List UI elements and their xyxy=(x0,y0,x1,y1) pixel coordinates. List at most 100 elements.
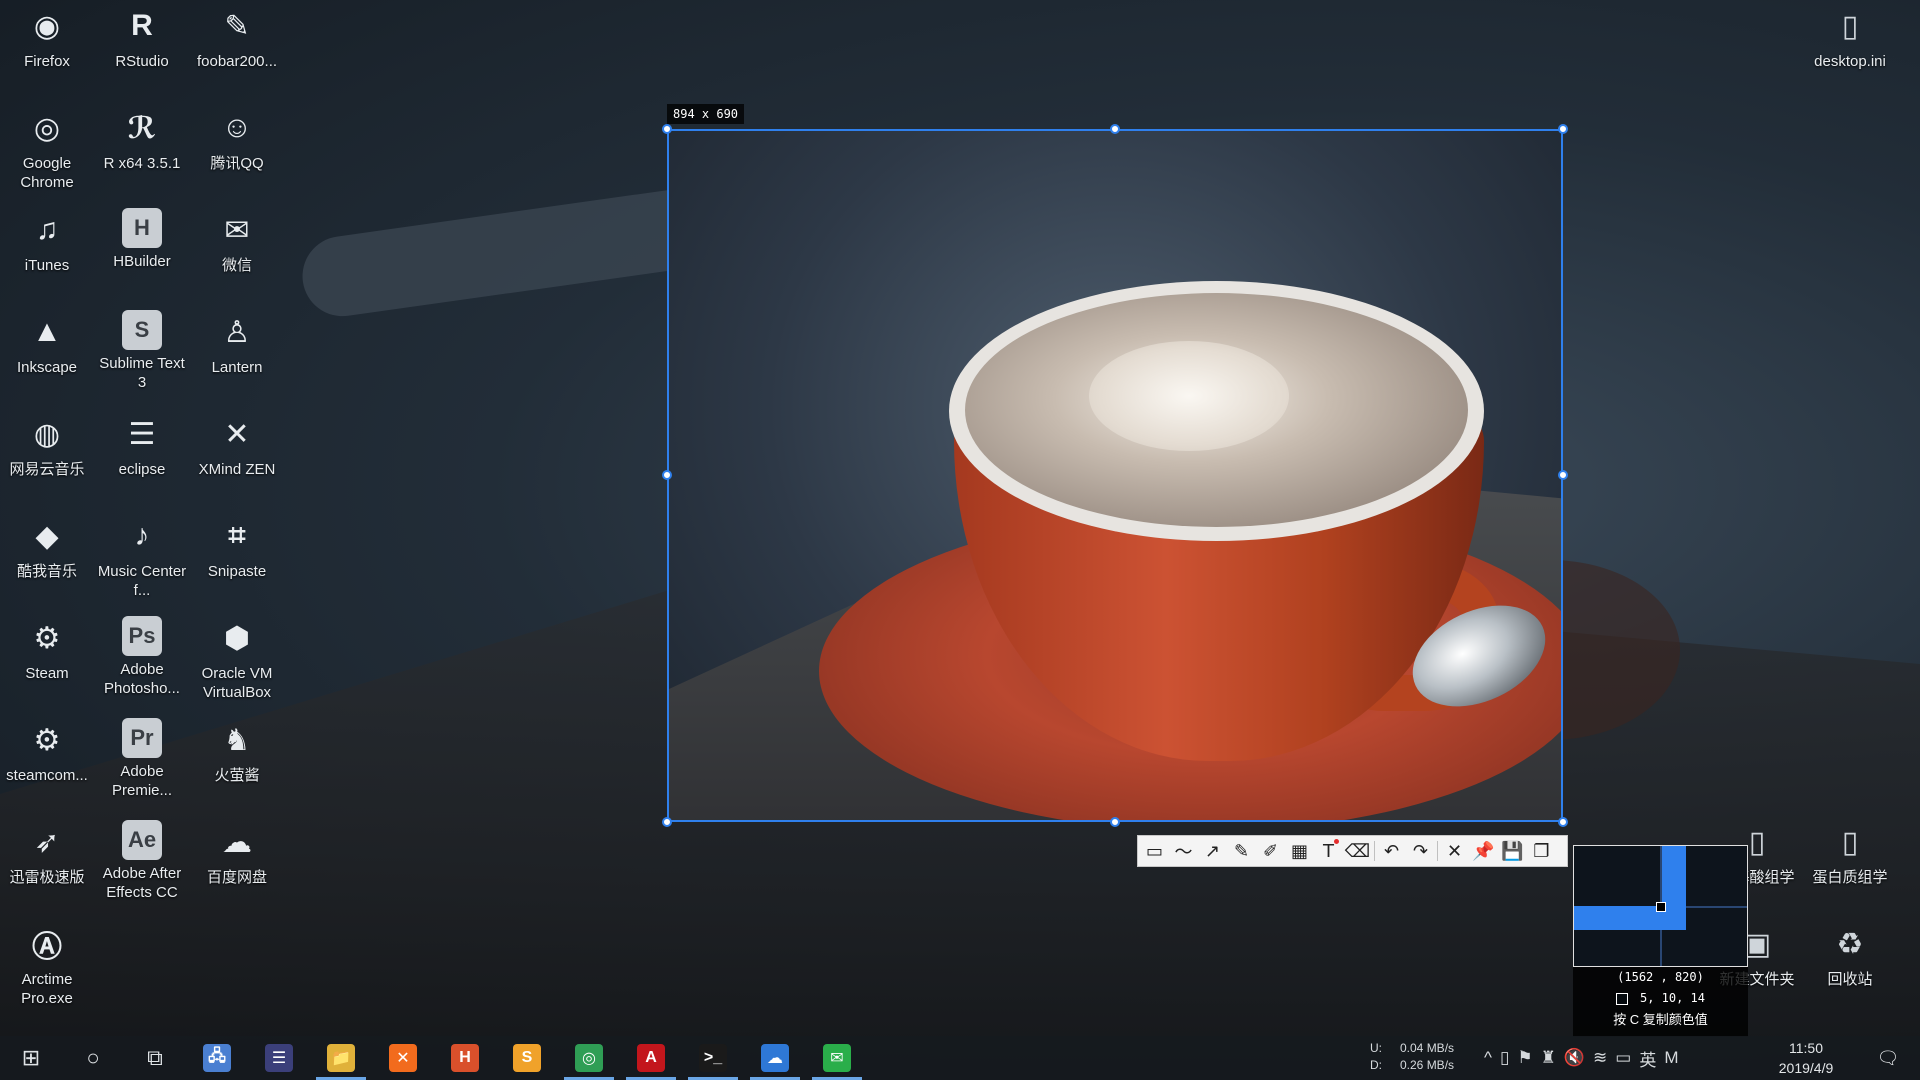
polyline-tool[interactable]: 〜 xyxy=(1169,837,1198,865)
taskbar-app-hbuilder[interactable]: H xyxy=(434,1036,496,1080)
copy-button[interactable]: ❐ xyxy=(1527,837,1556,865)
desktop-icon[interactable]: ▲ Inkscape xyxy=(0,310,94,377)
taskbar-app-xampp[interactable]: ✕ xyxy=(372,1036,434,1080)
sublime-icon: S xyxy=(513,1044,541,1072)
cancel-button[interactable]: ✕ xyxy=(1440,837,1469,865)
desktop-icon[interactable]: ⌗ Snipaste xyxy=(190,514,284,581)
start-button[interactable]: ⊞ xyxy=(0,1036,62,1080)
taskbar-app-wechat[interactable]: ✉ xyxy=(806,1036,868,1080)
desktop-icon-label: RStudio xyxy=(115,53,169,70)
rectangle-tool[interactable]: ▭ xyxy=(1140,837,1169,865)
desktop-icon[interactable]: S Sublime Text 3 xyxy=(95,310,189,392)
taskbar-app-acrobat[interactable]: A xyxy=(620,1036,682,1080)
netease-music-icon: ◍ xyxy=(33,417,61,451)
desktop-icon[interactable]: Ae Adobe After Effects CC xyxy=(95,820,189,902)
desktop-icon[interactable]: ▯ 蛋白质组学 xyxy=(1803,820,1897,887)
app-tray-icon[interactable]: ♜ xyxy=(1541,1048,1556,1068)
desktop-icon[interactable]: ♪ Music Center f... xyxy=(95,514,189,600)
desktop-icon[interactable]: H HBuilder xyxy=(95,208,189,271)
desktop-icon[interactable]: R RStudio xyxy=(95,4,189,71)
desktop-icon[interactable]: ☺ 腾讯QQ xyxy=(190,106,284,173)
desktop-icon[interactable]: Pr Adobe Premie... xyxy=(95,718,189,800)
desktop-icon[interactable]: ⚙ steamcom... xyxy=(0,718,94,785)
desktop-icon[interactable]: ✎ foobar200... xyxy=(190,4,284,71)
desktop-icon-label: 微信 xyxy=(221,257,252,274)
flag-icon[interactable]: ⚑ xyxy=(1517,1048,1532,1068)
wifi-icon[interactable]: ≋ xyxy=(1593,1048,1607,1068)
battery-icon[interactable]: ▭ xyxy=(1615,1048,1631,1068)
resize-handle-bottom-left[interactable] xyxy=(662,817,672,827)
desktop-icon[interactable]: Ⓐ Arctime Pro.exe xyxy=(0,922,94,1008)
desktop-icon-label: Google Chrome xyxy=(20,155,74,191)
resize-handle-bottom[interactable] xyxy=(1110,817,1120,827)
desktop-icon[interactable]: ◉ Firefox xyxy=(0,4,94,71)
resize-handle-top[interactable] xyxy=(1110,124,1120,134)
taskbar-app-explorer[interactable]: 📁 xyxy=(310,1036,372,1080)
desktop-icon-label: Inkscape xyxy=(16,359,78,376)
desktop-icon[interactable]: Ps Adobe Photosho... xyxy=(95,616,189,698)
eclipse-icon: ☰ xyxy=(128,417,156,451)
desktop-icon[interactable]: ♻ 回收站 xyxy=(1803,922,1897,989)
capture-region[interactable] xyxy=(667,129,1563,822)
system-tray: ^ ▯ ⚑ ♜ 🔇 ≋ ▭ 英 M xyxy=(1484,1036,1679,1080)
resize-handle-top-right[interactable] xyxy=(1558,124,1568,134)
desktop-icon[interactable]: ⬢ Oracle VM VirtualBox xyxy=(190,616,284,702)
firefox-icon: ◉ xyxy=(33,9,61,43)
taskbar-app-network[interactable]: 🖧 xyxy=(186,1036,248,1080)
magnifier-center-pixel xyxy=(1656,902,1666,912)
desktop-icon[interactable]: ☁ 百度网盘 xyxy=(190,820,284,887)
taskbar-app-baidu[interactable]: ☁ xyxy=(744,1036,806,1080)
desktop-icon[interactable]: ◍ 网易云音乐 xyxy=(0,412,94,479)
desktop-icon[interactable]: ▯ desktop.ini xyxy=(1803,4,1897,71)
desktop-icon[interactable]: ✉ 微信 xyxy=(190,208,284,275)
copy-color-hint: 按 C 复制颜色值 xyxy=(1613,1012,1708,1027)
desktop-icon-label: XMind ZEN xyxy=(198,461,276,478)
task-view-button[interactable]: ⧉ xyxy=(124,1036,186,1080)
resize-handle-right[interactable] xyxy=(1558,470,1568,480)
marker-tool[interactable]: ✐ xyxy=(1256,837,1285,865)
desktop-icon[interactable]: ◆ 酷我音乐 xyxy=(0,514,94,581)
taskbar-app-sublime[interactable]: S xyxy=(496,1036,558,1080)
net-down-label: D: xyxy=(1370,1058,1382,1072)
resize-handle-bottom-right[interactable] xyxy=(1558,817,1568,827)
desktop-icon[interactable]: ◎ Google Chrome xyxy=(0,106,94,192)
text-tool[interactable]: T xyxy=(1314,837,1343,865)
mosaic-tool[interactable]: ▦ xyxy=(1285,837,1314,865)
desktop-icon[interactable]: ℛ R x64 3.5.1 xyxy=(95,106,189,173)
desktop-icon-label: desktop.ini xyxy=(1814,53,1886,70)
ime-mode-icon[interactable]: M xyxy=(1664,1048,1678,1068)
kuwo-music-icon: ◆ xyxy=(35,519,59,553)
pin-button[interactable]: 📌 xyxy=(1469,837,1498,865)
taskbar-app-eclipse[interactable]: ☰ xyxy=(248,1036,310,1080)
eraser-tool[interactable]: ⌫ xyxy=(1343,837,1372,865)
desktop-icon[interactable]: ✕ XMind ZEN xyxy=(190,412,284,479)
premiere-icon: Pr xyxy=(122,718,162,758)
rstudio-icon: R xyxy=(131,9,153,42)
pencil-tool[interactable]: ✎ xyxy=(1227,837,1256,865)
desktop-icon[interactable]: ♙ Lantern xyxy=(190,310,284,377)
qq-icon: ☺ xyxy=(221,111,253,144)
undo-button[interactable]: ↶ xyxy=(1377,837,1406,865)
clock[interactable]: 11:50 2019/4/9 xyxy=(1758,1036,1854,1080)
redo-button[interactable]: ↷ xyxy=(1406,837,1435,865)
taskbar-app-chrome[interactable]: ◎ xyxy=(558,1036,620,1080)
desktop-icon[interactable]: ➶ 迅雷极速版 xyxy=(0,820,94,887)
search-button[interactable]: ○ xyxy=(62,1036,124,1080)
r-icon: ℛ xyxy=(127,111,157,145)
arrow-tool[interactable]: ↗ xyxy=(1198,837,1227,865)
desktop-icon-label: Music Center f... xyxy=(97,563,187,599)
volume-muted-icon[interactable]: 🔇 xyxy=(1564,1048,1585,1068)
desktop-icon[interactable]: ♞ 火萤酱 xyxy=(190,718,284,785)
resize-handle-top-left[interactable] xyxy=(662,124,672,134)
usb-icon[interactable]: ▯ xyxy=(1500,1048,1509,1068)
notification-center-button[interactable]: 🗨 xyxy=(1868,1036,1908,1080)
desktop-icon[interactable]: ☰ eclipse xyxy=(95,412,189,479)
save-button[interactable]: 💾 xyxy=(1498,837,1527,865)
desktop-icon[interactable]: ♫ iTunes xyxy=(0,208,94,275)
show-hidden-icons[interactable]: ^ xyxy=(1484,1048,1492,1068)
desktop-icon-label: Lantern xyxy=(211,359,263,376)
resize-handle-left[interactable] xyxy=(662,470,672,480)
ime-language-icon[interactable]: 英 xyxy=(1639,1046,1656,1071)
desktop-icon[interactable]: ⚙ Steam xyxy=(0,616,94,683)
taskbar-app-terminal[interactable]: >_ xyxy=(682,1036,744,1080)
